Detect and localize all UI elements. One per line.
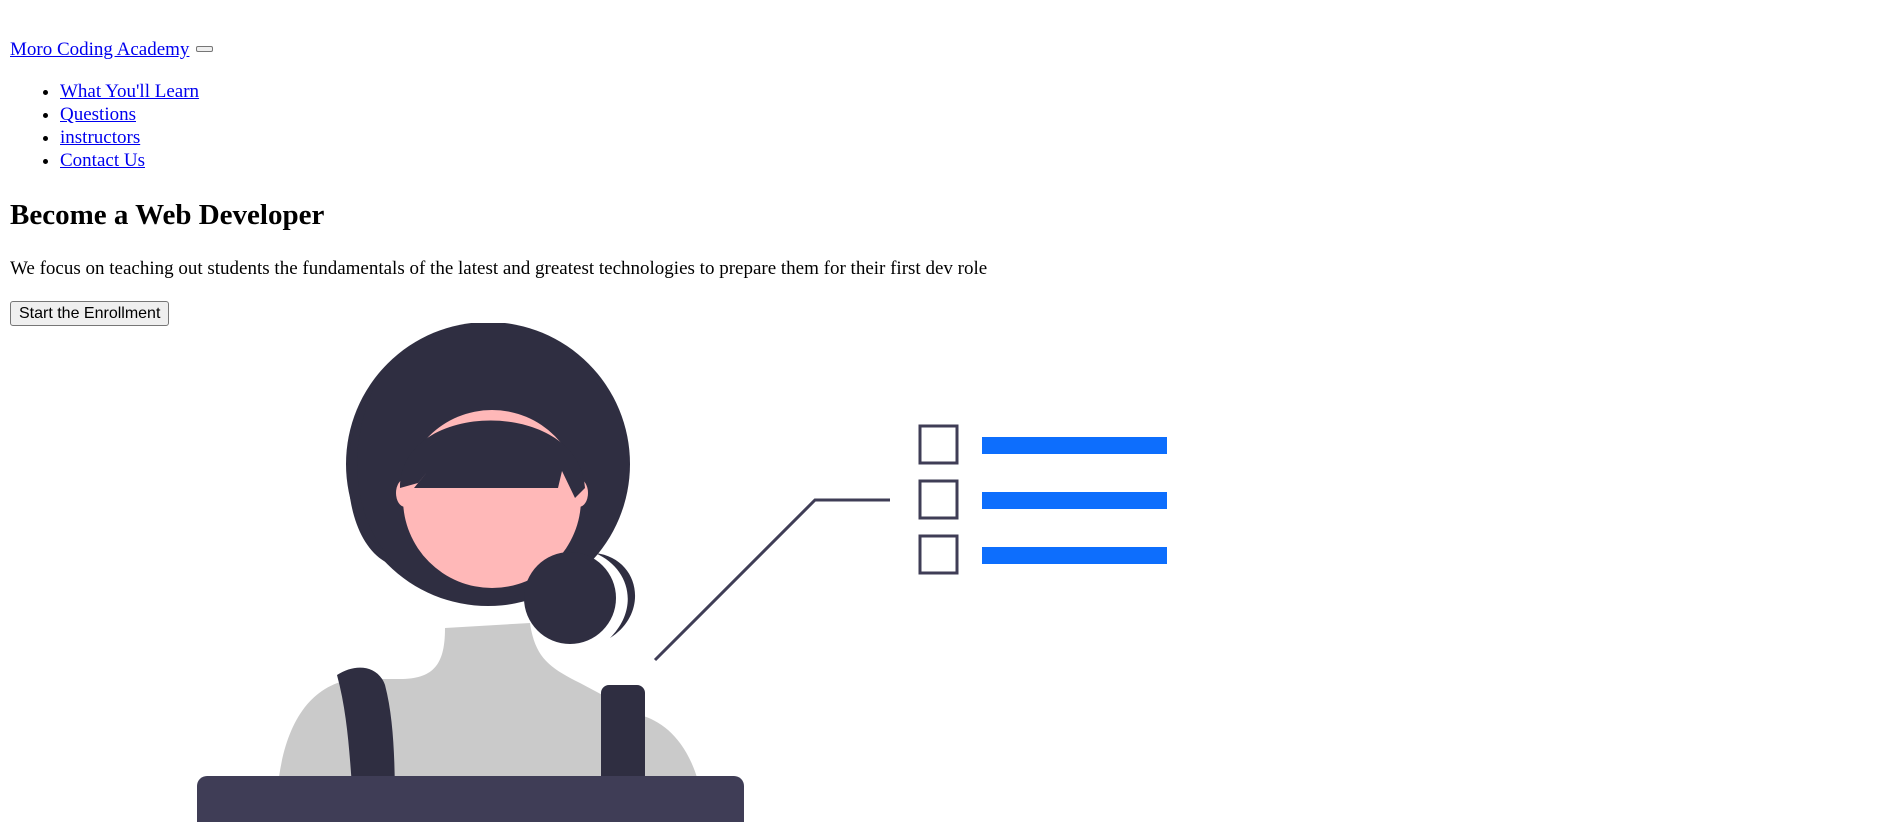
nav-item-questions: Questions [60,103,199,126]
hair-bun [524,552,616,644]
start-enrollment-button[interactable]: Start the Enrollment [10,301,170,326]
nav-item-what-youll-learn: What You'll Learn [60,80,199,103]
nav-link-what-youll-learn[interactable]: What You'll Learn [60,81,199,102]
nav-item-instructors: instructors [60,126,199,149]
checklist-bar-3 [982,547,1167,564]
checklist-checkbox-2 [918,479,959,520]
nav-list: What You'll Learn Questions instructors … [0,80,199,172]
student-laptop-illustration [197,323,1167,822]
navbar-brand-row: Moro Coding Academy [10,36,214,64]
brand-link[interactable]: Moro Coding Academy [10,39,189,60]
nav-item-contact-us: Contact Us [60,149,199,172]
checklist-bar-1 [982,437,1167,454]
hero-title: Become a Web Developer [10,199,325,231]
connector-line [653,498,890,662]
laptop [197,776,744,822]
navbar-toggler-button[interactable] [196,45,214,52]
page: Moro Coding Academy What You'll Learn Qu… [0,0,1894,822]
nav-link-contact-us[interactable]: Contact Us [60,150,145,171]
student-figure [197,323,744,822]
nav-link-instructors[interactable]: instructors [60,127,140,148]
checklist-checkbox-1 [918,424,959,465]
checklist [918,424,1167,575]
checklist-bar-2 [982,492,1167,509]
checklist-checkbox-3 [918,534,959,575]
nav-link-questions[interactable]: Questions [60,104,136,125]
hero-description: We focus on teaching out students the fu… [10,258,988,279]
